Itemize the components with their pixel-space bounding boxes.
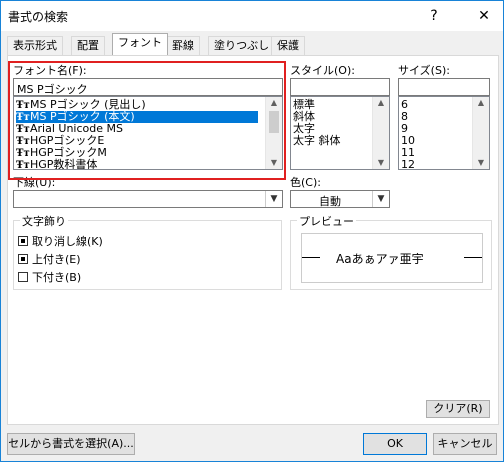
font-name-value: MS Pゴシック [17,83,88,96]
style-list[interactable]: 標準 斜体 太字 太字 斜体 ▲ ▼ [290,96,390,170]
list-item[interactable]: 太字 斜体 [293,135,341,147]
scroll-up-icon[interactable]: ▲ [473,97,489,109]
superscript-checkbox[interactable]: 上付き(E) [18,251,81,267]
checkbox-label: 取り消し線(K) [32,235,103,248]
underline-label: 下線(U): [13,176,56,189]
subscript-checkbox[interactable]: 下付き(B) [18,269,81,285]
font-name-label: フォント名(F): [13,64,87,77]
color-dropdown[interactable]: 自動 ▼ [290,190,390,208]
scroll-thumb[interactable] [269,111,279,133]
font-tab-panel: フォント名(F): MS Pゴシック ŦтMS Pゴシック (見出し) ŦтMS… [7,55,499,425]
size-list-scrollbar[interactable]: ▲ ▼ [472,97,489,169]
strikethrough-checkbox[interactable]: 取り消し線(K) [18,233,103,249]
preview-group: プレビュー Aaあぁアァ亜宇 [290,213,492,290]
chevron-down-icon[interactable]: ▼ [372,191,389,207]
preview-box: Aaあぁアァ亜宇 [301,233,483,283]
scroll-down-icon[interactable]: ▼ [373,157,389,169]
tab-strip: 表示形式 配置 フォント 罫線 塗りつぶし 保護 [1,33,503,55]
list-item[interactable]: 12 [401,159,415,170]
effects-group: 文字飾り 取り消し線(K) 上付き(E) 下付き(B) [13,213,282,290]
tab-fill[interactable]: 塗りつぶし [208,36,276,55]
preview-baseline [302,257,320,258]
chevron-down-icon[interactable]: ▼ [265,191,282,207]
tab-protection[interactable]: 保護 [271,36,305,55]
color-value: 自動 [319,195,341,208]
size-label: サイズ(S): [398,64,450,77]
scroll-up-icon[interactable]: ▲ [373,97,389,109]
font-list-scrollbar[interactable]: ▲ ▼ [265,97,282,169]
effects-title: 文字飾り [20,213,68,229]
close-button[interactable]: ✕ [471,5,497,27]
font-name-list[interactable]: ŦтMS Pゴシック (見出し) ŦтMS Pゴシック (本文) ŦтArial… [13,96,283,170]
dialog-title: 書式の検索 [8,10,69,24]
scroll-down-icon[interactable]: ▼ [473,157,489,169]
checkbox-indeterminate-icon[interactable] [18,236,28,246]
checkbox-indeterminate-icon[interactable] [18,254,28,264]
checkbox-label: 下付き(B) [32,271,82,284]
preview-sample: Aaあぁアァ亜宇 [336,252,424,266]
clear-button[interactable]: クリア(R) [426,400,490,418]
truetype-font-icon: Ŧт [16,160,30,170]
color-label: 色(C): [290,176,321,189]
tab-border[interactable]: 罫線 [166,36,200,55]
size-list[interactable]: 6 8 9 10 11 12 ▲ ▼ [398,96,490,170]
size-input[interactable] [398,78,490,96]
cancel-button[interactable]: キャンセル [433,433,497,455]
scroll-down-icon[interactable]: ▼ [266,157,282,169]
choose-from-cell-button[interactable]: セルから書式を選択(A)... [7,433,135,455]
preview-title: プレビュー [297,213,356,229]
preview-baseline [464,257,482,258]
ok-button[interactable]: OK [363,433,427,455]
style-list-scrollbar[interactable]: ▲ ▼ [372,97,389,169]
tab-number-format[interactable]: 表示形式 [7,36,63,55]
tab-alignment[interactable]: 配置 [71,36,105,55]
help-button[interactable]: ? [421,5,447,27]
scroll-up-icon[interactable]: ▲ [266,97,282,109]
title-bar: 書式の検索 ? ✕ [1,1,503,31]
style-label: スタイル(O): [290,64,355,77]
checkbox-label: 上付き(E) [32,253,81,266]
font-name-input[interactable]: MS Pゴシック [13,78,283,96]
format-search-dialog: 書式の検索 ? ✕ 表示形式 配置 フォント 罫線 塗りつぶし 保護 フォント名… [0,0,504,462]
checkbox-unchecked-icon[interactable] [18,272,28,282]
list-item[interactable]: ŦтHGP教科書体 [16,159,97,170]
underline-dropdown[interactable]: ▼ [13,190,283,208]
style-input[interactable] [290,78,390,96]
tab-font[interactable]: フォント [112,33,168,55]
